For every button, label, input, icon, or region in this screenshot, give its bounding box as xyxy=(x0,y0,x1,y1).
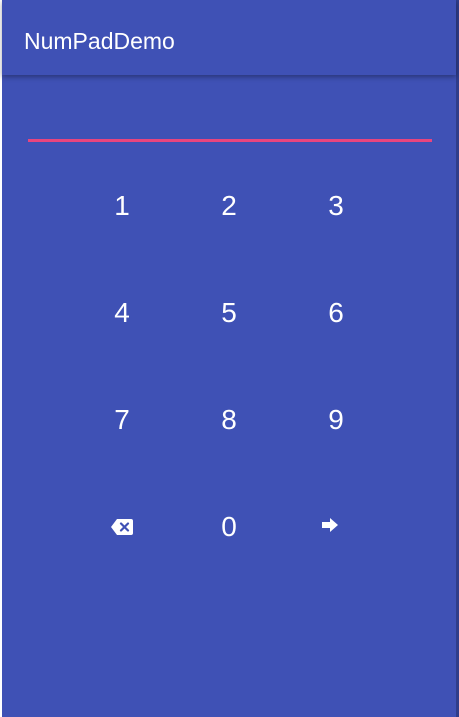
key-8[interactable]: 8 xyxy=(179,380,279,460)
key-9-label: 9 xyxy=(328,404,344,435)
key-1[interactable]: 1 xyxy=(72,166,172,246)
key-2-label: 2 xyxy=(221,190,237,221)
key-4-label: 4 xyxy=(114,297,130,328)
key-2[interactable]: 2 xyxy=(179,166,279,246)
key-1-label: 1 xyxy=(114,190,130,221)
app-bar: NumPadDemo xyxy=(2,0,456,75)
key-5-label: 5 xyxy=(221,297,237,328)
key-9[interactable]: 9 xyxy=(286,380,386,460)
number-input-field[interactable] xyxy=(28,139,432,142)
key-7[interactable]: 7 xyxy=(72,380,172,460)
numpad-screen: NumPadDemo 1 2 3 4 5 6 7 8 9 0 xyxy=(2,0,456,717)
key-7-label: 7 xyxy=(114,404,130,435)
arrow-right-icon xyxy=(322,518,338,532)
key-0-label: 0 xyxy=(221,511,237,542)
key-4[interactable]: 4 xyxy=(72,273,172,353)
backspace-button[interactable] xyxy=(72,487,172,567)
key-6-label: 6 xyxy=(328,297,344,328)
key-8-label: 8 xyxy=(221,404,237,435)
done-button[interactable] xyxy=(280,485,380,565)
key-5[interactable]: 5 xyxy=(179,273,279,353)
key-0[interactable]: 0 xyxy=(179,487,279,567)
key-3[interactable]: 3 xyxy=(286,166,386,246)
app-title: NumPadDemo xyxy=(24,28,175,54)
backspace-icon xyxy=(111,519,133,535)
key-6[interactable]: 6 xyxy=(286,273,386,353)
key-3-label: 3 xyxy=(328,190,344,221)
